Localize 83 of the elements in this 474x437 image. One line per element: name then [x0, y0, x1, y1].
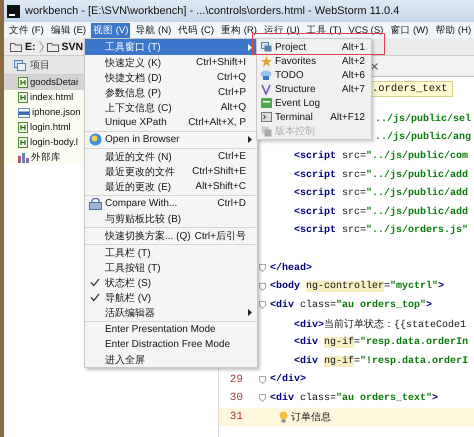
submenu-arrow-icon	[248, 44, 252, 50]
fold-marker-icon[interactable]	[258, 376, 266, 384]
chevron-icon	[38, 40, 44, 52]
menu-item[interactable]: 进入全屏	[85, 352, 257, 367]
menu-item[interactable]: 最近的文件 (N) Ctrl+E	[85, 149, 257, 164]
folder-icon	[46, 42, 58, 52]
fold-marker-icon[interactable]	[258, 282, 266, 291]
menu-item[interactable]: 快速切换方案... (Q) Ctrl+后引号	[85, 228, 257, 243]
code-line: <div ng-if="resp.data.orderIn	[293, 336, 468, 348]
fold-marker-icon[interactable]	[258, 394, 266, 402]
app-icon	[7, 4, 20, 18]
code-line: <div ng-if="!resp.data.orderI	[293, 356, 468, 367]
html-file-icon	[18, 137, 28, 148]
structure-icon	[261, 84, 271, 94]
menu-bar-item[interactable]: 编辑 (E)	[48, 22, 88, 38]
event-log-icon	[260, 98, 272, 108]
submenu-arrow-icon	[248, 136, 252, 143]
star-icon	[260, 56, 272, 66]
menu-item[interactable]: 与剪贴板比较 (B)	[85, 211, 257, 226]
breadcrumb-item[interactable]: SVN	[62, 40, 84, 52]
line-number: 31	[230, 410, 243, 423]
menu-bar-item[interactable]: 导航 (N)	[133, 22, 174, 38]
code-line: <div class="au orders_text">	[270, 392, 438, 404]
menu-bar-item[interactable]: 重构 (R)	[219, 22, 259, 38]
breadcrumb-item[interactable]: E:	[25, 40, 36, 52]
menu-bar-item[interactable]: 视图 (V)	[91, 22, 130, 38]
project-icon	[14, 60, 26, 70]
line-number: 29	[230, 374, 243, 386]
menu-bar-item[interactable]: 帮助 (H)	[433, 22, 474, 38]
menu-item[interactable]: TODO Alt+6	[257, 68, 371, 82]
menu-item[interactable]: Compare With... Ctrl+D	[85, 196, 257, 211]
code-line: 订单信息	[291, 410, 331, 424]
code-line: ../js/public/sel	[375, 114, 472, 125]
menu-item[interactable]: Unique XPath Ctrl+Alt+X, P	[85, 115, 257, 130]
menu-item[interactable]: Terminal Alt+F12	[257, 110, 371, 124]
menu-item[interactable]: 工具栏 (T)	[85, 245, 257, 260]
menu-item[interactable]: 工具窗口 (T)	[85, 39, 257, 55]
menu-item[interactable]: Enter Presentation Mode	[85, 322, 257, 337]
code-line: <script src="../js/orders.js"	[293, 225, 468, 236]
menu-bar-item[interactable]: 代码 (C)	[176, 22, 216, 38]
menu-item[interactable]: 上下文信息 (C) Alt+Q	[85, 100, 257, 115]
submenu-arrow-icon	[248, 309, 252, 316]
window-title: workbench - [E:\SVN\workbench] - ...\controls\orders.html - WebStorm 11.0.4	[25, 5, 400, 17]
fold-marker-icon[interactable]	[258, 264, 266, 272]
code-line: <script src="../js/public/add	[293, 188, 468, 200]
menu-item[interactable]: 状态栏 (S)	[85, 275, 257, 290]
menu-item[interactable]: Open in Browser	[85, 132, 257, 147]
lightbulb-icon[interactable]	[279, 410, 288, 423]
json-file-icon	[18, 108, 30, 118]
code-line: <div>当前订单状态：{{stateCode1	[293, 318, 466, 331]
menu-item[interactable]: 最近更改的文件 Ctrl+Shift+E	[85, 164, 257, 179]
menu-bar-item[interactable]: 窗口 (W)	[388, 22, 430, 38]
version-control-icon	[260, 126, 272, 136]
html-file-icon	[18, 77, 28, 88]
code-line: </head>	[270, 262, 312, 274]
menu-item[interactable]: 导航栏 (V)	[85, 290, 257, 305]
menu-item[interactable]: Event Log	[257, 96, 371, 110]
library-icon	[18, 152, 29, 162]
code-line: <body ng-controller="myctrl">	[270, 281, 444, 292]
menu-item[interactable]: 快速定义 (K) Ctrl+Shift+I	[85, 55, 257, 70]
fold-marker-icon[interactable]	[258, 301, 266, 310]
menu-item[interactable]: Favorites Alt+2	[257, 54, 371, 68]
code-line: <script src="../js/public/com	[293, 150, 468, 162]
menu-item[interactable]: 快捷文档 (D) Ctrl+Q	[85, 70, 257, 85]
html-file-icon	[18, 122, 28, 133]
code-line: <div class="au orders_top">	[270, 300, 432, 311]
code-line: <script src="../js/public/add	[293, 206, 468, 218]
line-number: 30	[230, 392, 243, 404]
menu-item[interactable]: 参数信息 (P) Ctrl+P	[85, 85, 257, 100]
project-icon	[260, 42, 272, 52]
menu-bar-item[interactable]: 文件 (F)	[7, 22, 46, 38]
terminal-icon	[260, 112, 272, 122]
code-line: <script src="../js/public/add	[293, 170, 468, 181]
menu-item[interactable]: 最近的更改 (E) Alt+Shift+C	[85, 179, 257, 194]
folder-icon	[10, 42, 22, 52]
menu-item[interactable]: Enter Distraction Free Mode	[85, 337, 257, 352]
code-line: </div>	[270, 374, 306, 386]
panel-title[interactable]: 项目	[30, 58, 50, 72]
menu-item[interactable]: 活跃编辑器	[85, 305, 257, 320]
html-file-icon	[18, 92, 28, 103]
menu-item[interactable]: 工具按钮 (T)	[85, 260, 257, 275]
code-line: ../js/public/ang	[375, 132, 472, 144]
close-icon[interactable]	[371, 62, 378, 70]
